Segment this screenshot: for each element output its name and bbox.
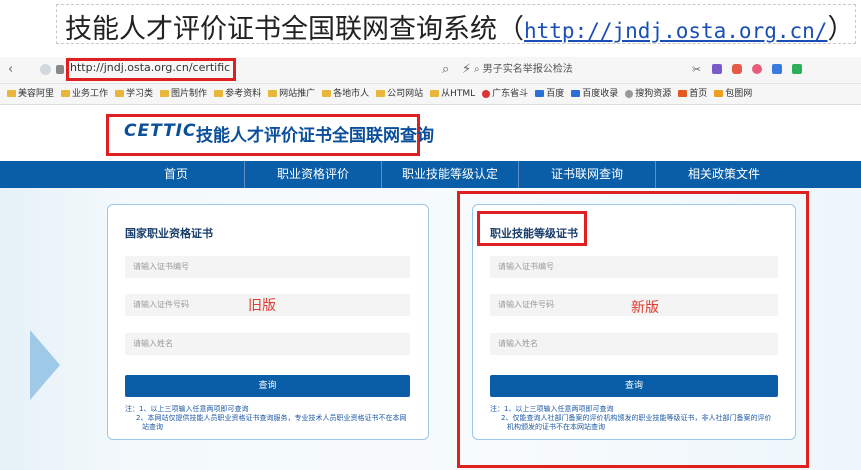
baidu-icon [535,90,545,97]
old-cert-number-input[interactable]: 请输入证书编号 [125,256,410,278]
old-cert-panel: 国家职业资格证书 请输入证书编号 请输入证件号码 旧版 请输入姓名 查询 注：1… [107,204,429,440]
bookmark-item[interactable]: 首页 [678,84,707,104]
nav-skill-level[interactable]: 职业技能等级认定 [382,161,518,188]
new-title-highlight-box [477,211,587,246]
site-icon [482,89,491,98]
bookmark-item[interactable]: 百度 [535,84,564,104]
site-title: 技能人才评价证书全国联网查询 [196,126,434,146]
ext-icon-2[interactable] [732,64,742,74]
sogou-icon [625,89,634,98]
back-icon[interactable]: ‹ [8,62,13,77]
old-note-1: 注：1、以上三项输入任意两项即可查询 [125,405,249,413]
old-name-input[interactable]: 请输入姓名 [125,333,410,355]
decor-arrow [30,330,60,400]
url-highlight-box [66,58,236,81]
folder-icon [115,90,125,97]
folder-icon [61,90,71,97]
search-icon: ⌕ [474,64,483,75]
bookmark-item[interactable]: 广东省斗 [482,84,528,104]
bookmark-item[interactable]: 业务工作 [61,84,108,104]
bookmark-item[interactable]: 美容阿里 [7,84,54,104]
browser-search[interactable]: ⌕ 男子实名举报公检法 [474,60,644,79]
old-note-2: 2、本网站仅提供技能人员职业资格证书查询服务，专业技术人员职业资格证书不在本网 [136,414,407,422]
home-icon [678,90,688,97]
folder-icon [322,90,332,97]
scissors-icon[interactable]: ✂ [692,63,701,76]
bookmark-item[interactable]: 公司网站 [376,84,423,104]
baotu-icon [714,90,724,97]
bookmark-item[interactable]: 搜狗资源 [625,84,671,104]
bookmark-item[interactable]: 学习类 [115,84,153,104]
bookmarks-bar: 美容阿里 业务工作 学习类 图片制作 参考资料 网站推广 各地市人 公司网站 从HTML 广东省斗… [0,84,861,105]
folder-icon [430,90,440,97]
nav-cert-query[interactable]: 证书联网查询 [519,161,655,188]
site-url-link[interactable]: http://jndj.osta.org.cn/ [524,19,827,43]
bookmark-item[interactable]: 各地市人 [322,84,369,104]
mail-icon[interactable] [772,64,782,74]
folder-icon [7,90,16,97]
bookmark-item[interactable]: 百度收录 [571,84,618,104]
folder-icon [376,90,386,97]
old-panel-title: 国家职业资格证书 [125,227,213,240]
nav-qualification[interactable]: 职业资格评价 [245,161,381,188]
flash-icon[interactable]: ⚡ [462,62,471,77]
main-nav: 首页 职业资格评价 职业技能等级认定 证书联网查询 相关政策文件 [0,161,861,188]
old-version-label: 旧版 [248,298,276,314]
nav-home[interactable]: 首页 [108,161,244,188]
folder-icon [268,90,278,97]
folder-icon [160,90,170,97]
title-banner: 技能人才评价证书全国联网查询系统（http://jndj.osta.org.cn… [56,4,856,45]
reload-icon[interactable] [40,64,51,75]
folder-icon [214,90,224,97]
cettic-logo[interactable]: CETTIC [124,121,196,141]
ext-icon-1[interactable] [712,64,722,74]
page-heading: 技能人才评价证书全国联网查询系统（http://jndj.osta.org.cn… [65,14,855,45]
bookmark-item[interactable]: 网站推广 [268,84,315,104]
old-query-button[interactable]: 查询 [125,375,410,397]
bookmark-item[interactable]: 从HTML [430,84,475,104]
ext-icon-3[interactable] [752,64,762,74]
baidu-icon [571,90,581,97]
bookmark-item[interactable]: 包图网 [714,84,752,104]
bookmark-item[interactable]: 图片制作 [160,84,207,104]
bookmark-item[interactable]: 参考资料 [214,84,261,104]
lock-icon [56,65,64,74]
zoom-icon[interactable]: ⌕ [442,62,449,77]
ext-icon-4[interactable] [792,64,802,74]
nav-policy[interactable]: 相关政策文件 [656,161,792,188]
old-note-3: 站查询 [142,423,163,431]
